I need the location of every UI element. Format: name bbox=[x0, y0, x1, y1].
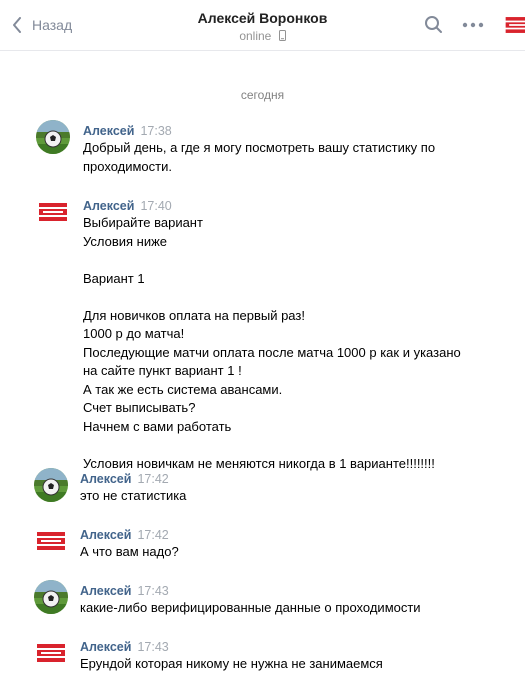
avatar[interactable] bbox=[34, 524, 68, 558]
message-time: 17:43 bbox=[137, 640, 169, 654]
message-meta: Алексей 17:42 bbox=[80, 472, 169, 486]
message-time: 17:40 bbox=[140, 199, 172, 213]
message-meta: Алексей 17:43 bbox=[80, 640, 169, 654]
avatar[interactable] bbox=[34, 636, 68, 670]
author-name[interactable]: Алексей bbox=[80, 584, 131, 598]
message-meta: Алексей 17:43 bbox=[80, 584, 169, 598]
search-icon[interactable] bbox=[424, 15, 444, 35]
author-name[interactable]: Алексей bbox=[80, 472, 131, 486]
message-time: 17:43 bbox=[137, 584, 169, 598]
message-text: Добрый день, а где я могу посмотреть ваш… bbox=[83, 140, 436, 174]
author-name[interactable]: Алексей bbox=[83, 124, 134, 138]
author-name[interactable]: Алексей bbox=[83, 199, 134, 213]
message-text: А что вам надо? bbox=[80, 544, 179, 559]
mobile-phone-icon bbox=[278, 30, 286, 41]
date-divider: сегодня bbox=[240, 88, 285, 102]
message-time: 17:38 bbox=[140, 124, 172, 138]
message-meta: Алексей 17:40 bbox=[83, 199, 172, 213]
avatar[interactable] bbox=[34, 468, 68, 502]
message-text: Ерундой которая никому не нужна не заним… bbox=[80, 656, 383, 671]
message-text: это не статистика bbox=[80, 488, 187, 503]
message-meta: Алексей 17:42 bbox=[80, 528, 169, 542]
contact-name[interactable]: Алексей Воронков bbox=[0, 10, 525, 26]
avatar[interactable] bbox=[36, 120, 70, 154]
message-meta: Алексей 17:38 bbox=[83, 124, 172, 138]
author-name[interactable]: Алексей bbox=[80, 640, 131, 654]
message-time: 17:42 bbox=[137, 528, 169, 542]
avatar[interactable] bbox=[34, 580, 68, 614]
avatar[interactable] bbox=[36, 195, 70, 229]
online-status: online bbox=[0, 29, 525, 43]
chat-header: Назад Алексей Воронков online bbox=[0, 0, 525, 51]
more-options-icon[interactable] bbox=[462, 22, 484, 28]
message-text: Выбирайте вариант Условия ниже Вариант 1… bbox=[83, 215, 461, 471]
status-text: online bbox=[239, 29, 272, 43]
header-avatar[interactable] bbox=[503, 10, 525, 40]
message-text: какие-либо верифицированные данные о про… bbox=[80, 600, 421, 615]
author-name[interactable]: Алексей bbox=[80, 528, 131, 542]
message-time: 17:42 bbox=[137, 472, 169, 486]
